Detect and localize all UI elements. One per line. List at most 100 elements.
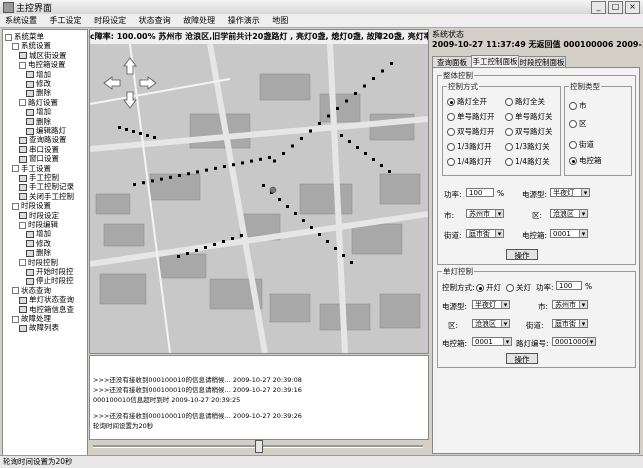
- zoom-slider[interactable]: [89, 440, 427, 453]
- radio-type-city[interactable]: 市: [569, 100, 587, 111]
- menu-schedule-settings[interactable]: 时段设定: [89, 14, 131, 27]
- box-type-select[interactable]: 半夜灯: [550, 188, 590, 197]
- lamp-marker: [231, 237, 234, 240]
- tree-item[interactable]: 时段设定: [19, 211, 59, 220]
- city-map[interactable]: [90, 44, 428, 353]
- tree-item[interactable]: 手工设置: [12, 164, 51, 173]
- tree-item[interactable]: 系统菜单: [5, 32, 44, 41]
- tree-item[interactable]: 修改: [26, 239, 51, 248]
- single-district-select[interactable]: 沧浪区: [472, 319, 510, 328]
- single-operate-button[interactable]: 操作: [506, 353, 538, 364]
- folder-icon: [19, 296, 27, 304]
- tree-item-label: 增加: [36, 107, 51, 117]
- tree-item[interactable]: 电控箱信息查: [19, 305, 74, 314]
- tree-item[interactable]: 删除: [26, 117, 51, 126]
- expand-icon: [12, 287, 19, 295]
- tree-item[interactable]: 电控箱设置: [19, 60, 66, 69]
- radio-odd-on[interactable]: 单号路灯开: [447, 111, 495, 122]
- app-icon: [3, 2, 14, 13]
- radio-odd-off[interactable]: 单号路灯关: [505, 111, 553, 122]
- tree-item[interactable]: 停止时段控: [26, 276, 74, 285]
- tree-item[interactable]: 查询路设置: [19, 135, 67, 144]
- lamp-number-select[interactable]: 000100001: [552, 337, 596, 346]
- single-type-select[interactable]: 半夜灯: [472, 300, 510, 309]
- radio-lamp-on[interactable]: 开灯: [476, 282, 501, 293]
- tree-item[interactable]: 系统设置: [12, 41, 51, 50]
- district-select[interactable]: 沧浪区: [550, 209, 588, 218]
- tree-item[interactable]: 增加: [26, 70, 51, 79]
- tree-item[interactable]: 时段设置: [12, 201, 51, 210]
- tree-item[interactable]: 单灯状态查询: [19, 295, 74, 304]
- tree-item[interactable]: 窗口设置: [19, 154, 59, 163]
- log-line: >>>还没有接收到000100010的信息请稍候... 2009-10-27 2…: [93, 376, 302, 384]
- tree-item[interactable]: 城区街设置: [19, 51, 67, 60]
- tree-item[interactable]: 故障处理: [12, 314, 51, 323]
- tree-item-label: 电控箱设置: [28, 60, 66, 70]
- radio-type-cabinet[interactable]: 电控箱: [569, 155, 602, 166]
- tree-item[interactable]: 状态查询: [12, 286, 51, 295]
- menu-fault-handling[interactable]: 故障处理: [178, 14, 220, 27]
- power-input[interactable]: 100: [466, 188, 494, 197]
- tree-item[interactable]: 修改: [26, 79, 51, 88]
- radio-all-on[interactable]: 路灯全开: [447, 96, 487, 107]
- lamp-marker: [340, 134, 343, 137]
- overall-operate-button[interactable]: 操作: [506, 249, 538, 260]
- city-select[interactable]: 苏州市: [466, 209, 504, 218]
- tree-item[interactable]: 增加: [26, 107, 51, 116]
- tree-item-label: 开始时段控: [36, 267, 74, 276]
- menu-demo[interactable]: 操作演示: [223, 14, 265, 27]
- radio-all-off[interactable]: 路灯全关: [505, 96, 545, 107]
- log-line: >>>还没有接收到000100010的信息请稍候... 2009-10-27 2…: [93, 386, 302, 394]
- single-city-select[interactable]: 苏州市: [552, 300, 588, 309]
- radio-quarter-off[interactable]: 1/4路灯关: [505, 156, 550, 167]
- tree-item[interactable]: 串口设置: [19, 145, 59, 154]
- lamp-marker: [372, 158, 375, 161]
- tree-item-label: 故障列表: [29, 323, 59, 333]
- tree-item[interactable]: 时段编辑: [19, 220, 58, 229]
- maximize-button[interactable]: □: [608, 1, 623, 14]
- control-mode-group: 控制方式 路灯全开 路灯全关 单号路灯开 单号路灯关 双号路灯开 双号路灯关 1…: [442, 81, 561, 176]
- radio-third-on[interactable]: 1/3路灯开: [447, 141, 492, 152]
- street-select[interactable]: 庭市街: [466, 229, 504, 238]
- menu-map[interactable]: 地图: [267, 14, 293, 27]
- close-button[interactable]: ×: [625, 1, 640, 14]
- tree-item[interactable]: 时段控制: [19, 258, 58, 267]
- menu-status-query[interactable]: 状态查询: [134, 14, 176, 27]
- radio-third-off[interactable]: 1/3路灯关: [505, 141, 550, 152]
- radio-lamp-off[interactable]: 关灯: [506, 282, 531, 293]
- slider-thumb[interactable]: [255, 440, 263, 453]
- tree-item[interactable]: 关闭手工控制: [19, 192, 74, 201]
- lamp-marker: [186, 252, 189, 255]
- single-power-input[interactable]: 100: [556, 281, 582, 290]
- radio-quarter-on[interactable]: 1/4路灯开: [447, 156, 492, 167]
- tree-item[interactable]: 增加: [26, 229, 51, 238]
- tree-item-label: 增加: [36, 69, 51, 79]
- radio-type-district[interactable]: 区: [569, 118, 587, 129]
- tree-item[interactable]: 手工控制记录: [19, 182, 74, 191]
- tree-item[interactable]: 编辑路灯: [26, 126, 66, 135]
- log-line: 轮询时间设置为20秒: [93, 422, 154, 430]
- single-cabinet-select[interactable]: 0001: [472, 337, 512, 346]
- cabinet-select[interactable]: 0001: [550, 229, 588, 238]
- radio-even-off[interactable]: 双号路灯关: [505, 126, 553, 137]
- lamp-marker: [204, 246, 207, 249]
- lamp-marker: [342, 254, 345, 257]
- radio-type-street[interactable]: 街道: [569, 139, 594, 150]
- tree-item[interactable]: 故障列表: [19, 323, 59, 332]
- log-line: 000100010信息超时到时 2009-10-27 20:39:25: [93, 396, 241, 404]
- tree-item[interactable]: 手工控制: [19, 173, 59, 182]
- tree-item[interactable]: 路灯设置: [19, 98, 58, 107]
- single-street-select[interactable]: 庭市街: [552, 319, 588, 328]
- tree-item[interactable]: 删除: [26, 88, 51, 97]
- folder-icon: [26, 240, 34, 248]
- lamp-marker: [178, 174, 181, 177]
- menu-system-settings[interactable]: 系统设置: [0, 14, 42, 27]
- map-panel[interactable]: c障率: 100.00% 苏州市 沧浪区,旧学前共计20盏路灯 , 亮灯0盏, …: [89, 29, 429, 354]
- radio-even-on[interactable]: 双号路灯开: [447, 126, 495, 137]
- menu-manual-settings[interactable]: 手工设定: [45, 14, 87, 27]
- log-panel: >>>还没有接收到000100010的信息请稍候... 2009-10-27 2…: [89, 355, 429, 440]
- minimize-button[interactable]: _: [591, 1, 606, 14]
- folder-icon: [26, 127, 34, 135]
- tree-item[interactable]: 开始时段控: [26, 267, 74, 276]
- tree-item[interactable]: 删除: [26, 248, 51, 257]
